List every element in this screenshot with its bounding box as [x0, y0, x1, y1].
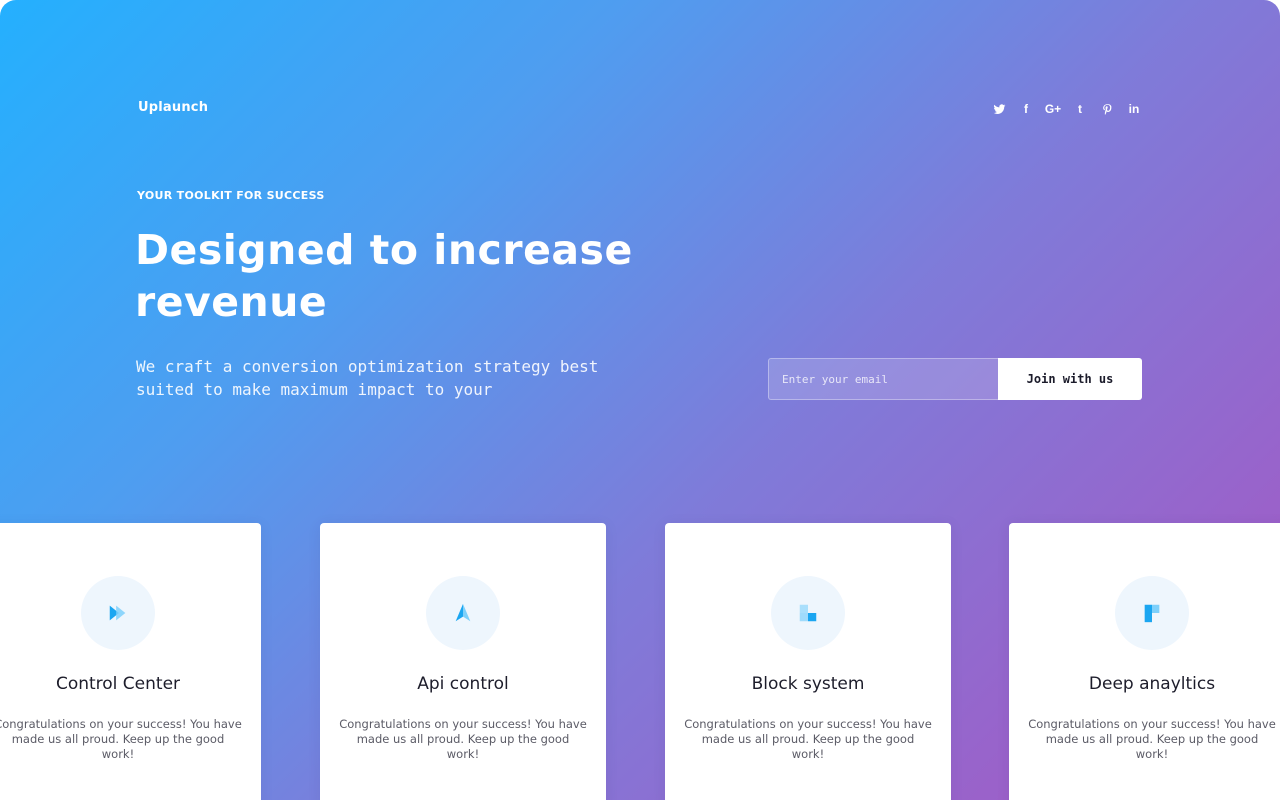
fast-forward-icon — [81, 576, 155, 650]
linkedin-icon[interactable]: in — [1125, 101, 1143, 117]
feature-description: Congratulations on your success! You hav… — [0, 717, 242, 761]
feature-title: Api control — [417, 674, 509, 694]
feature-description: Congratulations on your success! You hav… — [684, 717, 932, 761]
navigation-arrow-icon — [426, 576, 500, 650]
feature-card-control-center: Control Center Congratulations on your s… — [0, 523, 261, 800]
hero-section: Uplaunch f G+ t in YOUR TOOLKIT FOR SUCC… — [0, 0, 1280, 800]
feature-card-deep-analytics: Deep anayltics Congratulations on your s… — [1009, 523, 1280, 800]
feature-title: Deep anayltics — [1088, 674, 1216, 694]
feature-description: Congratulations on your success! You hav… — [339, 717, 587, 761]
feature-title: Control Center — [55, 674, 181, 694]
join-button[interactable]: Join with us — [998, 358, 1142, 400]
flag-icon — [1115, 576, 1189, 650]
feature-title: Block system — [751, 674, 865, 694]
hero-headline: Designed to increase revenue — [135, 226, 633, 326]
social-links: f G+ t in — [981, 101, 1143, 117]
hero-subtext: We craft a conversion optimization strat… — [136, 357, 599, 399]
feature-description: Congratulations on your success! You hav… — [1028, 717, 1276, 761]
twitter-icon[interactable] — [990, 101, 1008, 117]
signup-form: Join with us — [768, 358, 1142, 400]
blocks-icon — [771, 576, 845, 650]
logo[interactable]: Uplaunch — [138, 100, 208, 115]
feature-card-api-control: Api control Congratulations on your succ… — [320, 523, 606, 800]
email-input[interactable] — [768, 358, 998, 400]
facebook-icon[interactable]: f — [1017, 101, 1035, 117]
hero-eyebrow: YOUR TOOLKIT FOR SUCCESS — [137, 189, 325, 202]
tumblr-icon[interactable]: t — [1071, 101, 1089, 117]
google-plus-icon[interactable]: G+ — [1044, 101, 1062, 117]
pinterest-icon[interactable] — [1098, 101, 1116, 117]
feature-card-block-system: Block system Congratulations on your suc… — [665, 523, 951, 800]
